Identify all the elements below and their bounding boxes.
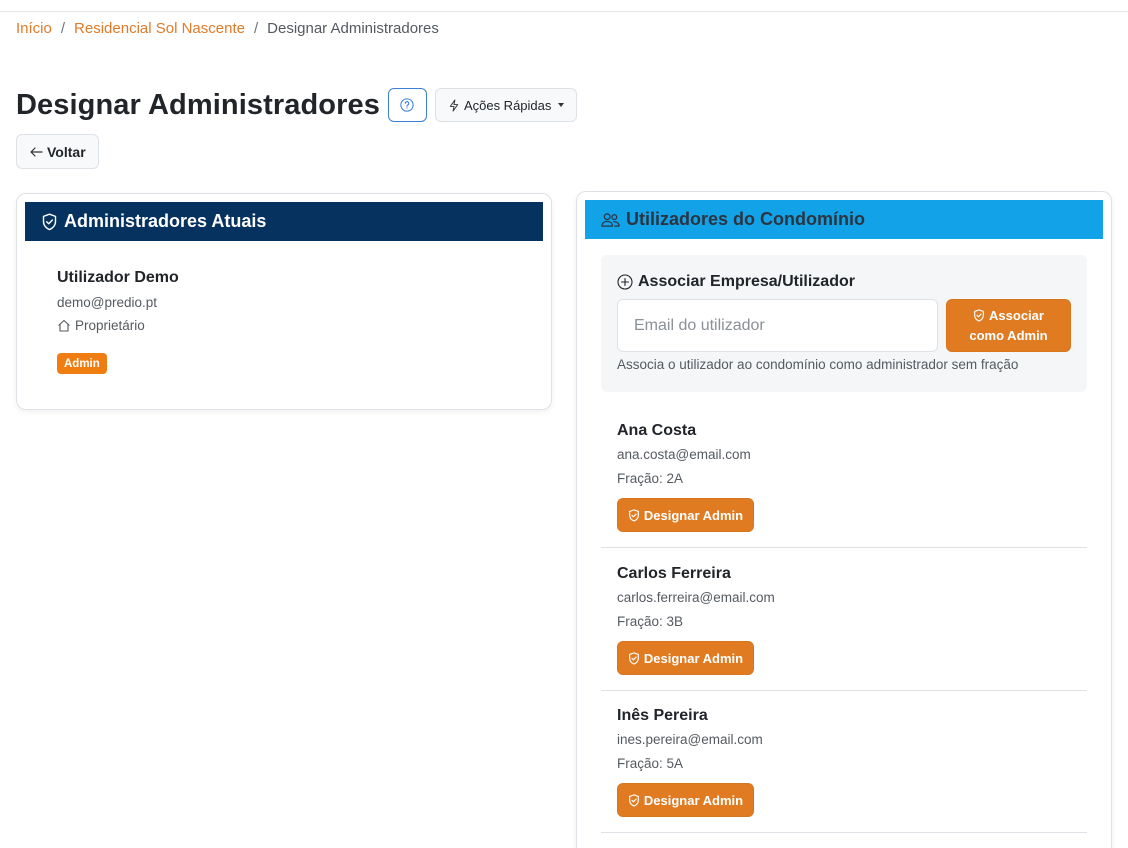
shield-check-icon [974,309,984,322]
back-button[interactable]: Voltar [16,134,99,169]
designate-admin-button[interactable]: Designar Admin [617,498,754,532]
back-label: Voltar [47,143,86,160]
page-title: Designar Administradores [16,88,380,121]
user-fraction: Fração: 2A [617,471,684,486]
shield-check-icon [628,508,639,522]
associate-as-admin-button[interactable]: Associar como Admin [946,299,1071,352]
associate-user-panel: Associar Empresa/Utilizador Associar com… [601,255,1087,392]
user-list-item: Carlos Ferreira carlos.ferreira@email.co… [601,548,1087,691]
user-list-item: Ana Costa ana.costa@email.com Fração: 2A… [601,405,1087,548]
admin-role-label: Proprietário [75,318,145,333]
current-admins-card: Administradores Atuais Utilizador Demo d… [16,193,552,410]
breadcrumb-separator: / [253,20,259,37]
current-admins-header: Administradores Atuais [25,202,543,241]
breadcrumb-condo-link[interactable]: Residencial Sol Nascente [74,20,245,37]
chevron-down-icon [558,103,565,107]
admin-role: Proprietário [57,318,145,333]
condo-users-card: Utilizadores do Condomínio Associar Empr… [576,191,1112,848]
associate-title: Associar Empresa/Utilizador [617,273,855,291]
user-email-input[interactable] [617,299,938,352]
associate-button-text-1: Associar [989,307,1044,323]
user-name: Ana Costa [617,422,697,439]
associate-title-label: Associar Empresa/Utilizador [638,273,855,290]
breadcrumb-separator: / [60,20,66,37]
user-email: ines.pereira@email.com [617,732,763,747]
user-name: Inês Pereira [617,707,708,724]
current-admins-title: Administradores Atuais [64,211,267,231]
condo-users-header: Utilizadores do Condomínio [585,200,1103,239]
condo-users-title: Utilizadores do Condomínio [626,209,865,229]
shield-check-icon [628,793,639,807]
arrow-left-icon [30,146,43,157]
question-circle-icon [400,98,415,112]
admin-name: Utilizador Demo [57,269,179,286]
designate-admin-button[interactable]: Designar Admin [617,783,754,817]
user-email: carlos.ferreira@email.com [617,590,775,605]
quick-actions-dropdown[interactable]: Ações Rápidas [434,88,578,122]
quick-actions-label: Ações Rápidas [463,97,552,113]
user-email: ana.costa@email.com [617,447,751,462]
admin-badge: Admin [57,353,107,374]
help-button[interactable] [387,88,427,122]
admin-email: demo@predio.pt [57,295,158,310]
house-icon [58,319,70,332]
user-fraction: Fração: 5A [617,756,684,771]
breadcrumb: Início / Residencial Sol Nascente / Desi… [16,20,439,37]
title-row: Designar Administradores Ações Rápidas [16,88,578,122]
associate-help-text: Associa o utilizador ao condomínio como … [617,357,1019,372]
breadcrumb-home-link[interactable]: Início [16,20,52,37]
plus-circle-icon [617,274,633,290]
designate-admin-button[interactable]: Designar Admin [617,641,754,675]
lightning-icon [449,98,459,112]
associate-button-text-2: como Admin [969,327,1048,343]
breadcrumb-current: Designar Administradores [267,20,439,37]
designate-admin-label: Designar Admin [643,507,744,523]
user-fraction: Fração: 3B [617,614,684,629]
shield-check-icon [42,213,57,230]
shield-check-icon [628,651,639,665]
user-list-item: Inês Pereira ines.pereira@email.com Fraç… [601,690,1087,833]
designate-admin-label: Designar Admin [643,650,744,666]
user-name: Carlos Ferreira [617,565,731,582]
designate-admin-label: Designar Admin [643,792,744,808]
top-navbar-edge [0,0,1128,12]
people-icon [601,212,620,227]
associate-button-line1: Associar [973,306,1044,326]
